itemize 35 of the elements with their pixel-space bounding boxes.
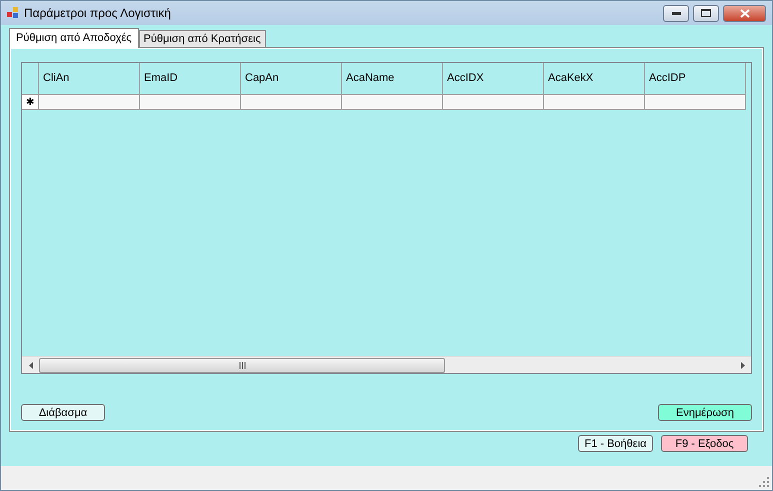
action-button[interactable]: F9 - Εξοδος <box>661 435 748 452</box>
column-header[interactable]: AcaKekX <box>544 63 645 95</box>
maximize-icon <box>701 9 711 17</box>
column-header[interactable]: CliAn <box>39 63 140 95</box>
close-button[interactable] <box>723 4 766 22</box>
header-corner <box>22 63 39 95</box>
column-header[interactable]: AccIDP <box>645 63 746 95</box>
grip-icon <box>238 362 246 368</box>
table-cell[interactable] <box>645 95 746 110</box>
table-cell[interactable] <box>140 95 241 110</box>
maximize-button[interactable] <box>693 4 719 22</box>
column-header[interactable]: AcaName <box>342 63 443 95</box>
column-header[interactable]: EmaID <box>140 63 241 95</box>
window-title: Παράμετροι προς Λογιστική <box>24 5 171 22</box>
horizontal-scrollbar[interactable] <box>22 356 751 373</box>
tab[interactable]: Ρύθμιση από Αποδοχές <box>9 28 139 48</box>
table-cell[interactable] <box>39 95 140 110</box>
scroll-right-icon[interactable] <box>740 362 744 368</box>
action-button[interactable]: F1 - Βοήθεια <box>578 435 653 452</box>
table-cell[interactable] <box>443 95 544 110</box>
scroll-left-icon[interactable] <box>28 362 32 368</box>
action-button[interactable]: Ενημέρωση <box>658 404 752 421</box>
column-header[interactable]: CapAn <box>241 63 342 95</box>
app-icon <box>7 7 19 19</box>
new-row-marker: ✱ <box>22 95 39 110</box>
table-cell[interactable] <box>544 95 645 110</box>
close-icon <box>740 8 750 18</box>
table-cell[interactable] <box>342 95 443 110</box>
action-button[interactable]: Διάβασμα <box>21 404 105 421</box>
table-cell[interactable] <box>241 95 342 110</box>
minimize-icon <box>672 12 680 14</box>
resize-grip-icon[interactable] <box>759 477 769 487</box>
minimize-button[interactable] <box>663 4 689 22</box>
tab[interactable]: Ρύθμιση από Κρατήσεις <box>138 30 266 47</box>
column-header[interactable]: AccIDX <box>443 63 544 95</box>
